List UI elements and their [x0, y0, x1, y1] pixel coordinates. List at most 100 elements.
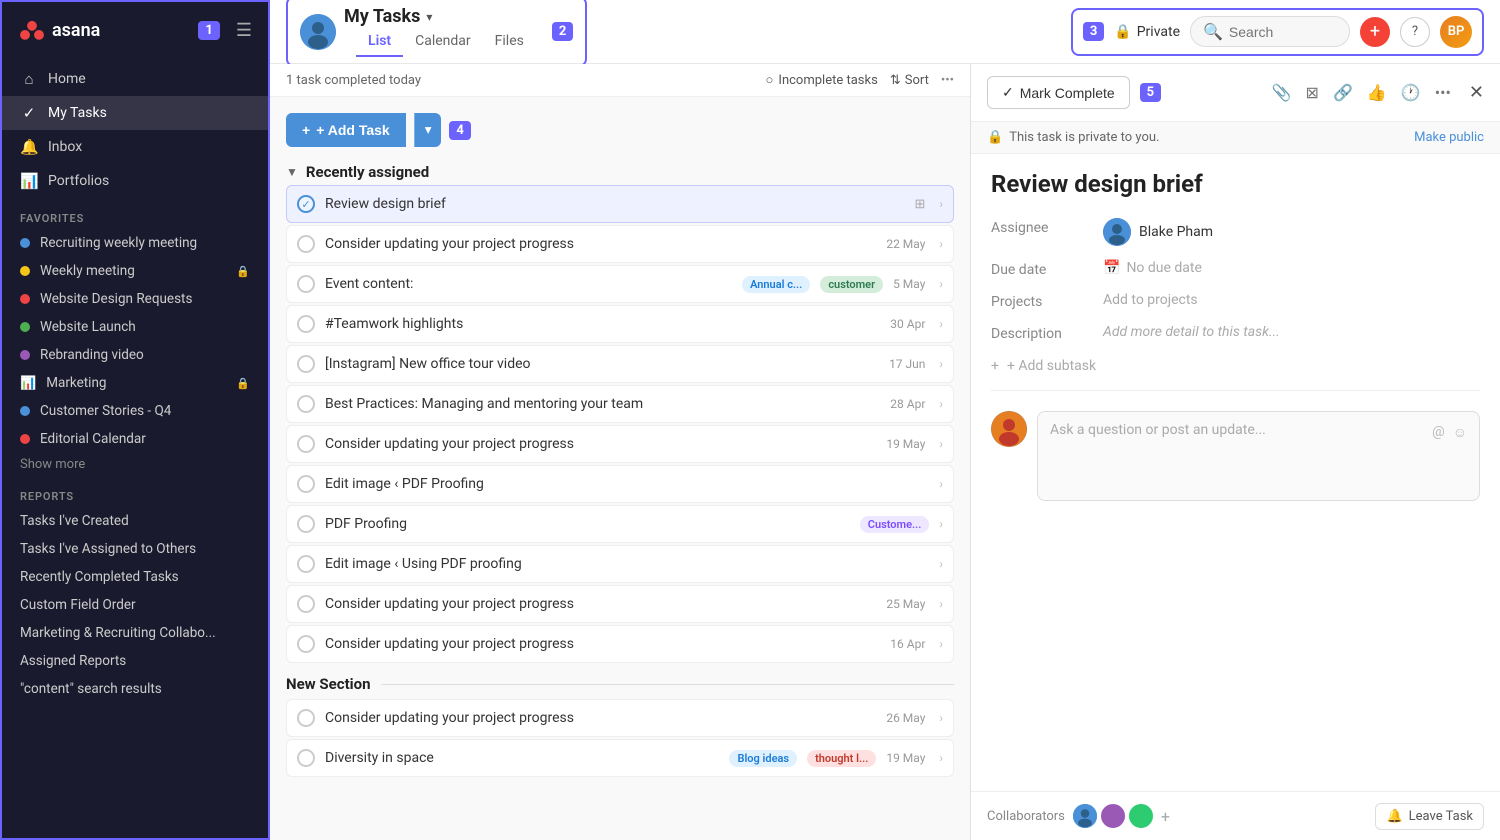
description-field[interactable]: Add more detail to this task... [1103, 324, 1280, 340]
lock-icon-2: 🔒 [236, 377, 250, 390]
task-check-circle-10[interactable] [297, 555, 315, 573]
task-row-best-practices[interactable]: Best Practices: Managing and mentoring y… [286, 385, 954, 423]
task-row-diversity[interactable]: Diversity in space Blog ideas thought l.… [286, 739, 954, 777]
report-assigned-reports[interactable]: Assigned Reports [2, 647, 268, 675]
add-subtask-button[interactable]: + + Add subtask [991, 358, 1480, 374]
task-check-circle-5[interactable] [297, 355, 315, 373]
task-check-circle-2[interactable] [297, 235, 315, 253]
task-row-review-design-brief[interactable]: ✓ Review design brief ⊞ › [286, 185, 954, 223]
main-content: My Tasks ▾ List Calendar Files 2 3 🔒 Pri… [270, 0, 1500, 840]
more-options-button[interactable]: ••• [941, 73, 954, 88]
task-check-circle-8[interactable] [297, 475, 315, 493]
task-row-consider-updating-4[interactable]: Consider updating your project progress … [286, 625, 954, 663]
task-row-edit-image-using-pdf[interactable]: Edit image ‹ Using PDF proofing › [286, 545, 954, 583]
help-button[interactable]: ? [1400, 17, 1430, 47]
task-check-circle-14[interactable] [297, 749, 315, 767]
report-content-search[interactable]: "content" search results [2, 675, 268, 703]
mark-complete-button[interactable]: ✓ Mark Complete [987, 76, 1130, 109]
task-chevron-icon: › [939, 557, 943, 571]
link-icon[interactable]: 🔗 [1333, 83, 1353, 102]
report-custom-field[interactable]: Custom Field Order [2, 591, 268, 619]
more-options-icon[interactable]: ••• [1435, 83, 1451, 102]
fav-item-customer-stories[interactable]: Customer Stories - Q4 [2, 397, 268, 425]
report-tasks-assigned[interactable]: Tasks I've Assigned to Others [2, 535, 268, 563]
task-grid-icon: ⊞ [914, 197, 925, 212]
detail-action-icons: 📎 ⊠ 🔗 👍 🕐 ••• ✕ [1272, 82, 1484, 103]
thumbs-up-icon[interactable]: 👍 [1367, 83, 1387, 102]
task-row-instagram[interactable]: [Instagram] New office tour video 17 Jun… [286, 345, 954, 383]
comment-box[interactable]: Ask a question or post an update... @ ☺ [1037, 411, 1480, 501]
search-box[interactable]: 🔍 [1190, 16, 1350, 47]
sidebar-item-home[interactable]: ⌂ Home [2, 62, 268, 96]
add-collaborator-button[interactable]: + [1161, 807, 1170, 826]
detail-toolbar: ✓ Mark Complete 5 📎 ⊠ 🔗 👍 🕐 ••• ✕ [971, 64, 1500, 122]
task-row-new-consider-updating[interactable]: Consider updating your project progress … [286, 699, 954, 737]
sidebar-item-mytasks[interactable]: ✓ My Tasks [2, 96, 268, 130]
sidebar-item-inbox-label: Inbox [48, 139, 82, 155]
add-task-button[interactable]: + + Add Task [286, 113, 406, 147]
task-row-event-content[interactable]: Event content: Annual c... customer 5 Ma… [286, 265, 954, 303]
fav-item-label: Recruiting weekly meeting [40, 235, 197, 251]
task-check-circle-6[interactable] [297, 395, 315, 413]
show-more-button[interactable]: Show more [2, 453, 268, 480]
report-marketing-recruiting[interactable]: Marketing & Recruiting Collabo... [2, 619, 268, 647]
add-to-projects-button[interactable]: Add to projects [1103, 292, 1198, 308]
task-check-circle-12[interactable] [297, 635, 315, 653]
report-tasks-created[interactable]: Tasks I've Created [2, 507, 268, 535]
favorites-label: Favorites [2, 202, 268, 229]
clock-icon[interactable]: 🕐 [1401, 83, 1421, 102]
sort-button[interactable]: ⇅ Sort [890, 73, 929, 88]
task-check-circle-4[interactable] [297, 315, 315, 333]
assignee-value: Blake Pham [1103, 218, 1213, 246]
task-check-circle-3[interactable] [297, 275, 315, 293]
section-chevron-icon[interactable]: ▼ [286, 165, 298, 179]
fav-item-website-launch[interactable]: Website Launch [2, 313, 268, 341]
fav-item-marketing[interactable]: 📊 Marketing 🔒 [2, 369, 268, 397]
home-icon: ⌂ [20, 70, 38, 88]
private-notice-bar: 🔒 This task is private to you. Make publ… [971, 122, 1500, 154]
fav-item-weekly[interactable]: Weekly meeting 🔒 [2, 257, 268, 285]
make-public-button[interactable]: Make public [1414, 130, 1484, 145]
task-row-consider-updating-2[interactable]: Consider updating your project progress … [286, 425, 954, 463]
close-button[interactable]: ✕ [1469, 82, 1484, 103]
task-date: 28 Apr [890, 397, 925, 411]
task-chevron-icon: › [939, 437, 943, 451]
tab-list[interactable]: List [356, 27, 403, 57]
add-button[interactable]: + [1360, 17, 1390, 47]
task-check-circle[interactable]: ✓ [297, 195, 315, 213]
task-check-circle-9[interactable] [297, 515, 315, 533]
task-check-circle-7[interactable] [297, 435, 315, 453]
attachment-icon[interactable]: 📎 [1272, 83, 1292, 102]
chevron-down-icon[interactable]: ▾ [426, 10, 432, 24]
fav-item-rebranding[interactable]: Rebranding video [2, 341, 268, 369]
user-avatar-topbar[interactable]: BP [1440, 16, 1472, 48]
leave-task-button[interactable]: 🔔 Leave Task [1375, 803, 1484, 830]
fav-item-editorial[interactable]: Editorial Calendar [2, 425, 268, 453]
task-check-circle-13[interactable] [297, 709, 315, 727]
detail-due-date-row: Due date 📅 No due date [991, 260, 1480, 278]
sidebar-item-inbox[interactable]: 🔔 Inbox [2, 130, 268, 164]
fav-item-recruiting[interactable]: Recruiting weekly meeting [2, 229, 268, 257]
tab-files[interactable]: Files [483, 27, 536, 57]
add-task-dropdown-button[interactable]: ▾ [414, 113, 442, 147]
task-row-consider-updating-1[interactable]: Consider updating your project progress … [286, 225, 954, 263]
menu-icon[interactable]: ☰ [236, 20, 252, 41]
task-name: Consider updating your project progress [325, 436, 876, 452]
task-row-edit-image-pdf[interactable]: Edit image ‹ PDF Proofing › [286, 465, 954, 503]
task-check-circle-11[interactable] [297, 595, 315, 613]
dot-purple-icon [20, 350, 30, 360]
detail-title: Review design brief [991, 170, 1480, 198]
sidebar-item-portfolios[interactable]: 📊 Portfolios [2, 164, 268, 198]
report-recently-completed[interactable]: Recently Completed Tasks [2, 563, 268, 591]
incomplete-tasks-button[interactable]: ○ Incomplete tasks [766, 72, 878, 88]
due-date-value[interactable]: 📅 No due date [1103, 260, 1202, 276]
task-row-teamwork[interactable]: #Teamwork highlights 30 Apr › [286, 305, 954, 343]
description-label: Description [991, 324, 1091, 342]
search-input[interactable] [1229, 24, 1337, 40]
subtask-icon[interactable]: ⊠ [1306, 83, 1319, 102]
task-row-pdf-proofing[interactable]: PDF Proofing Custome... › [286, 505, 954, 543]
detail-content: Review design brief Assignee Blake Pham [971, 154, 1500, 791]
fav-item-website-design[interactable]: Website Design Requests [2, 285, 268, 313]
task-row-consider-updating-3[interactable]: Consider updating your project progress … [286, 585, 954, 623]
tab-calendar[interactable]: Calendar [403, 27, 483, 57]
